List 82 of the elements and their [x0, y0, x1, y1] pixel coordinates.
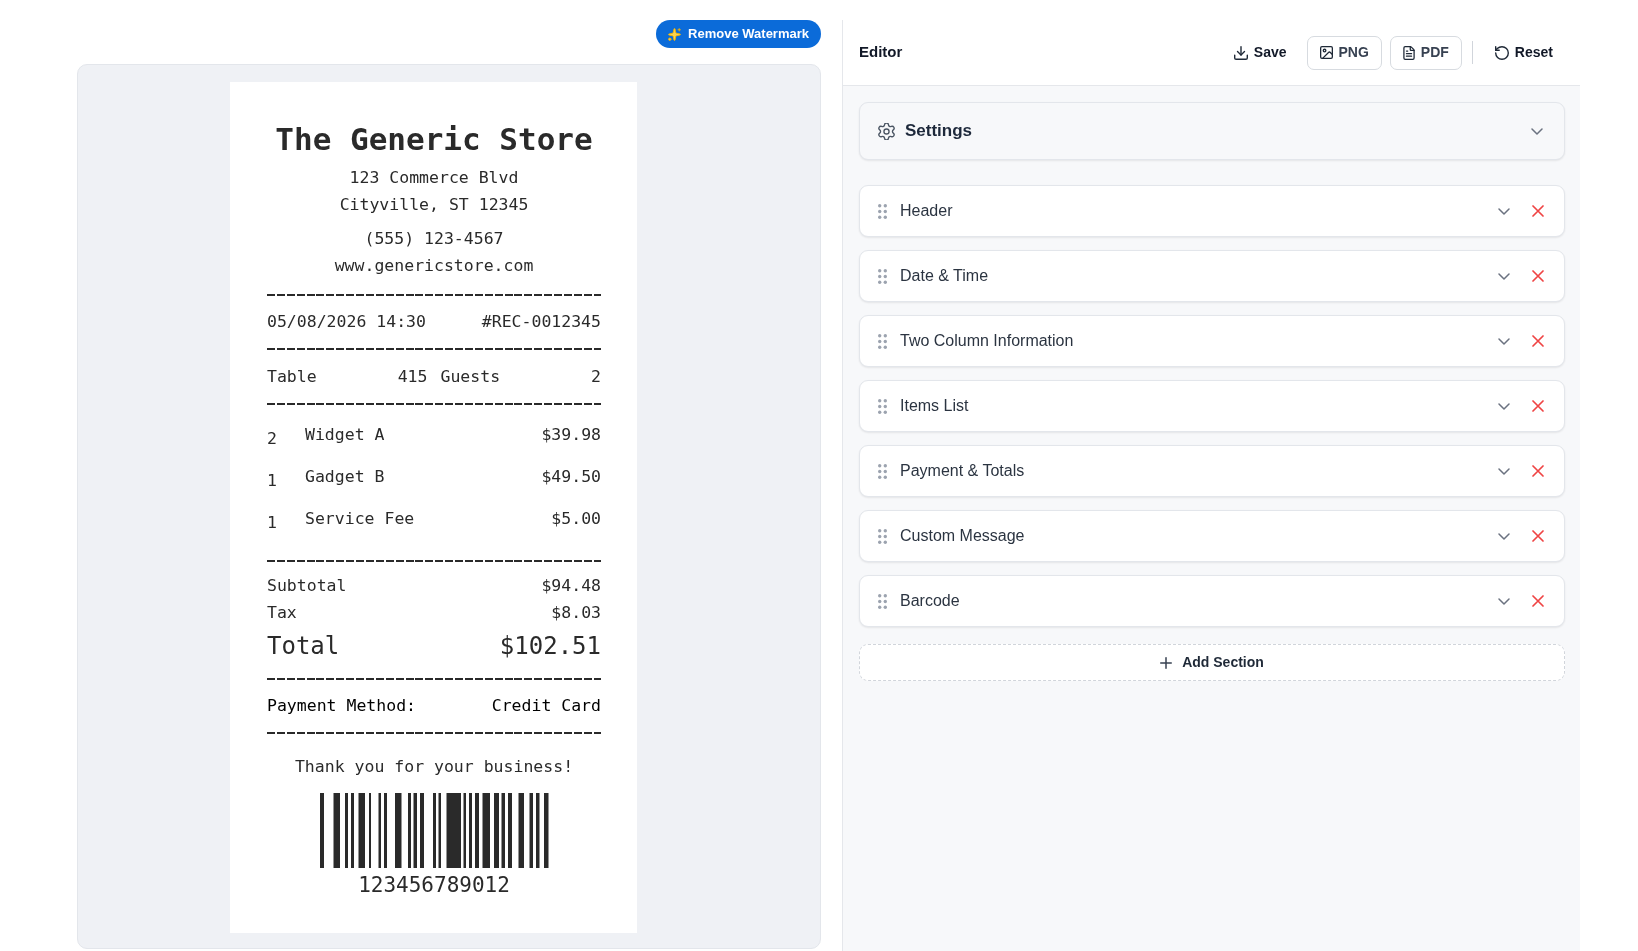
website-address: www.genericstore.com	[334, 255, 534, 277]
chevron-icon[interactable]	[1498, 207, 1510, 215]
item-name: Widget A	[305, 424, 385, 446]
section-title: Two Column Information	[900, 331, 1074, 351]
item-price: $49.50	[541, 466, 601, 488]
payment-value: Credit Card	[491, 695, 601, 717]
chevron-icon[interactable]	[1531, 127, 1543, 135]
chevron-icon[interactable]	[1498, 272, 1510, 280]
x-icon[interactable]	[1532, 465, 1544, 477]
image-icon	[1319, 46, 1333, 59]
add-section-button[interactable]: Add Section	[859, 644, 1565, 681]
chevron-icon[interactable]	[1498, 467, 1510, 475]
address-line: 123 Commerce Blvd	[349, 167, 519, 189]
rotate-left-icon	[1494, 45, 1509, 60]
section-row[interactable]: Payment & Totals	[859, 445, 1565, 497]
settings-icon	[878, 122, 895, 140]
chevron-icon[interactable]	[1498, 532, 1510, 540]
chevron-icon[interactable]	[1498, 402, 1510, 410]
settings-panel[interactable]: Settings	[859, 102, 1565, 160]
chevron-icon[interactable]	[1498, 337, 1510, 345]
item-quantity: 1	[267, 470, 277, 492]
document-icon	[1402, 45, 1415, 60]
remove-watermark-button[interactable]: Remove Watermark	[656, 20, 821, 48]
item-price: $5.00	[551, 508, 601, 530]
phone-number: (555) 123-4567	[364, 228, 504, 250]
subtotal-label: Subtotal	[267, 575, 347, 597]
section-title: Barcode	[900, 591, 960, 611]
item-quantity: 1	[267, 512, 277, 534]
total-label: Total	[267, 631, 340, 662]
section-title: Payment & Totals	[900, 461, 1025, 481]
section-title: Custom Message	[900, 526, 1025, 546]
item-name: Service Fee	[305, 508, 415, 530]
info-value: 415	[397, 366, 428, 388]
info-label: Table	[267, 366, 317, 388]
thank-you-message: Thank you for your business!	[294, 756, 574, 778]
store-name: The Generic Store	[275, 120, 593, 158]
receipt-date: 05/08/2026 14:30	[267, 311, 426, 333]
tax-label: Tax	[267, 602, 297, 624]
section-row[interactable]: Items List	[859, 380, 1565, 432]
x-icon[interactable]	[1532, 530, 1544, 542]
receipt-number: #REC-0012345	[481, 311, 601, 333]
sparkles-icon	[668, 27, 682, 41]
item-price: $39.98	[541, 424, 601, 446]
section-row[interactable]: Header	[859, 185, 1565, 237]
pdf-export-button[interactable]: PDF	[1389, 35, 1462, 70]
payment-label: Payment Method:	[267, 695, 416, 717]
item-quantity: 2	[267, 428, 277, 450]
section-row[interactable]: Date & Time	[859, 250, 1565, 302]
reset-button[interactable]: Reset	[1482, 35, 1565, 70]
section-row[interactable]: Barcode	[859, 575, 1565, 627]
drag-handle-icon[interactable]	[878, 268, 887, 284]
info-label: Guests	[440, 366, 501, 388]
drag-handle-icon[interactable]	[878, 463, 887, 479]
item-name: Gadget B	[305, 466, 385, 488]
subtotal-value: $94.48	[541, 575, 601, 597]
info-value: 2	[591, 366, 601, 388]
save-button[interactable]: Save	[1221, 35, 1299, 70]
download-icon	[1233, 45, 1248, 60]
drag-handle-icon[interactable]	[878, 528, 887, 544]
tax-value: $8.03	[551, 602, 601, 624]
section-row[interactable]: Custom Message	[859, 510, 1565, 562]
address-line: Cityville, ST 12345	[339, 194, 529, 216]
total-value: $102.51	[499, 631, 601, 662]
section-row[interactable]: Two Column Information	[859, 315, 1565, 367]
x-icon[interactable]	[1532, 205, 1544, 217]
x-icon[interactable]	[1532, 270, 1544, 282]
editor-title: Editor	[859, 42, 903, 63]
barcode-number: 123456789012	[358, 872, 510, 898]
drag-handle-icon[interactable]	[878, 333, 887, 349]
x-icon[interactable]	[1532, 400, 1544, 412]
chevron-icon[interactable]	[1498, 597, 1510, 605]
x-icon[interactable]	[1532, 335, 1544, 347]
drag-handle-icon[interactable]	[878, 398, 887, 414]
png-export-button[interactable]: PNG	[1306, 35, 1382, 70]
drag-handle-icon[interactable]	[878, 203, 887, 219]
drag-handle-icon[interactable]	[878, 593, 887, 609]
section-title: Header	[900, 201, 953, 221]
section-title: Items List	[900, 396, 969, 416]
settings-title: Settings	[905, 120, 973, 143]
x-icon[interactable]	[1532, 595, 1544, 607]
section-title: Date & Time	[900, 266, 989, 286]
plus-icon	[1160, 656, 1173, 669]
